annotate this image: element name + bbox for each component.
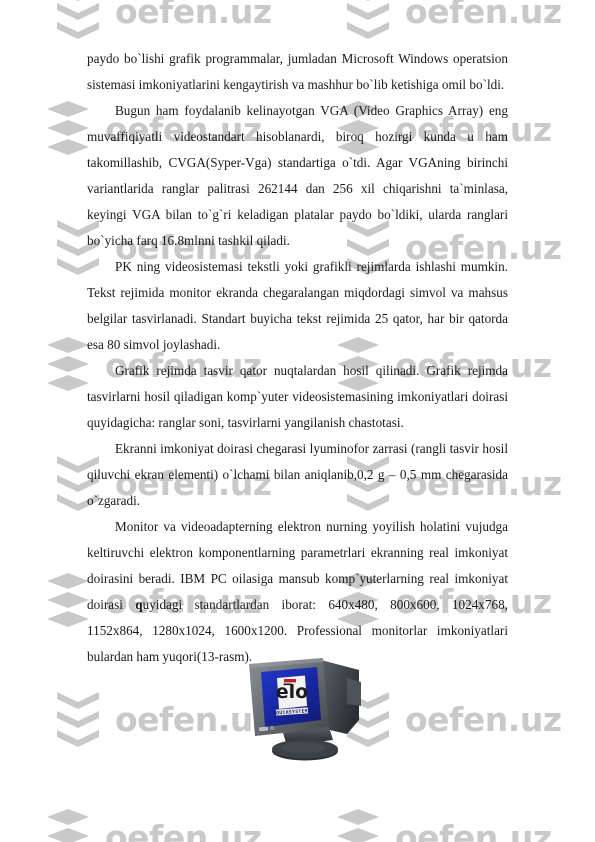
stacked-chevron-diamond-logo (47, 337, 89, 391)
elo-wordmark: elo (276, 681, 308, 703)
watermark-tile: oefen.uz (45, 808, 262, 842)
watermark-tile: oefen.uz (345, 0, 562, 40)
paragraph-2: Bugun ham foydalanib kelinayotgan VGA (V… (87, 103, 508, 248)
watermark-text: oefen.uz (405, 699, 562, 739)
elo-monitor-figure: elo TOUCHSYSTEMS (237, 648, 369, 766)
stacked-chevron-diamond-logo (347, 0, 389, 39)
watermark-text: oefen.uz (395, 817, 552, 842)
paragraph-1: paydo bo`lishi grafik programmalar, juml… (87, 51, 508, 92)
paragraph-5: Ekranni imkoniyat doirasi chegarasi lyum… (87, 441, 508, 508)
elo-macron (283, 683, 292, 686)
document-text-body: paydo bo`lishi grafik programmalar, juml… (87, 46, 508, 670)
paragraph-6-bold-q: q (135, 597, 143, 612)
document-page: oefen.uz oefen.uz oefen.uz oefen.uz oefen.uz… (0, 0, 595, 842)
paragraph-6: Monitor va videoadapterning elektron nur… (87, 514, 508, 670)
watermark-text: oefen.uz (115, 0, 272, 31)
paragraph-4: Grafik rejimda tasvir qator nuqtalardan … (87, 363, 508, 430)
watermark-tile: oefen.uz (345, 690, 562, 748)
stacked-chevron-diamond-logo (57, 0, 99, 39)
monitor-illustration: elo TOUCHSYSTEMS (249, 658, 361, 761)
monitor-screen: elo TOUCHSYSTEMS (261, 667, 321, 727)
stacked-chevron-diamond-logo (337, 809, 379, 842)
watermark-text: oefen.uz (105, 817, 262, 842)
watermark-tile: oefen.uz (335, 808, 552, 842)
watermark-text: oefen.uz (405, 0, 562, 31)
stacked-chevron-diamond-logo (57, 692, 99, 747)
stacked-chevron-diamond-logo (47, 101, 89, 155)
stacked-chevron-diamond-logo (47, 809, 89, 842)
paragraph-3: PK ning videosistemasi tekstli yoki graf… (87, 259, 508, 352)
elo-logo-plate: elo (276, 675, 308, 709)
watermark-tile: oefen.uz (55, 0, 272, 40)
stacked-chevron-diamond-logo (47, 573, 89, 627)
